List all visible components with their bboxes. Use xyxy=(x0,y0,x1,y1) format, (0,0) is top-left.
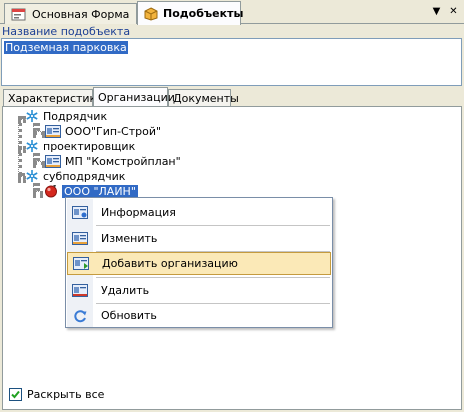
subobject-name-label: Название подобъекта xyxy=(2,25,131,38)
tab-organizations[interactable]: Организации xyxy=(93,87,175,106)
tab-documents[interactable]: Документы xyxy=(168,89,239,106)
menu-item-delete[interactable]: Удалить xyxy=(67,279,331,302)
box-icon xyxy=(144,6,158,21)
tree-line xyxy=(33,183,37,191)
menu-item-info[interactable]: Информация xyxy=(67,201,331,224)
red-ball-icon xyxy=(44,184,58,198)
tab-characteristics[interactable]: Характеристика xyxy=(3,89,103,106)
snowflake-icon xyxy=(25,169,39,183)
menu-item-label: Удалить xyxy=(101,284,150,297)
doc-tab-subobjects-label: Подобъекты xyxy=(163,7,244,20)
tree-item-label: МП "Комстройплан" xyxy=(65,154,181,168)
organization-card-icon xyxy=(45,154,61,168)
doc-tab-subobjects[interactable]: Подобъекты xyxy=(137,1,244,25)
tree-item-organization[interactable]: МП "Комстройплан" xyxy=(45,154,181,168)
snowflake-icon xyxy=(25,139,39,153)
tree-item-organization[interactable]: ООО"Гип-Строй" xyxy=(45,124,161,138)
expand-all-label: Раскрыть все xyxy=(27,388,105,401)
delete-card-icon xyxy=(67,279,93,302)
menu-item-edit[interactable]: Изменить xyxy=(67,227,331,250)
menu-separator xyxy=(96,225,330,226)
tree-group-designer[interactable]: проектировщик xyxy=(25,139,135,153)
subobject-name-value: Подземная парковка xyxy=(4,41,128,54)
subobject-name-field[interactable]: Подземная парковка xyxy=(1,38,462,86)
form-icon xyxy=(11,7,27,21)
context-menu: Информация Изменить Добавить организацию… xyxy=(65,197,333,328)
edit-card-icon xyxy=(67,227,93,250)
menu-separator xyxy=(96,277,330,278)
menu-item-label: Информация xyxy=(101,206,176,219)
doc-tab-main-form-label: Основная Форма xyxy=(32,7,130,21)
tab-list-dropdown-button[interactable]: ▼ xyxy=(430,5,443,18)
tree-line xyxy=(33,191,43,195)
tree-line xyxy=(33,161,45,165)
tree-group-label: субподрядчик xyxy=(43,169,126,183)
tree-group-subcontractor[interactable]: субподрядчик xyxy=(25,169,125,183)
organization-card-icon xyxy=(45,124,61,138)
tree-line xyxy=(33,153,37,161)
tree-item-organization-selected[interactable]: ООО "ЛАИН" xyxy=(44,184,138,198)
checkmark-icon xyxy=(11,390,20,399)
tab-documents-label: Документы xyxy=(173,91,239,105)
menu-item-label: Обновить xyxy=(101,309,157,322)
tab-characteristics-label: Характеристика xyxy=(8,91,103,105)
tree-line xyxy=(33,123,37,131)
close-button[interactable]: ✕ xyxy=(447,5,460,18)
snowflake-icon xyxy=(25,109,39,123)
tree-group-label: проектировщик xyxy=(43,139,136,153)
tab-organizations-label: Организации xyxy=(98,90,175,104)
tree-item-label: ООО"Гип-Строй" xyxy=(65,124,162,138)
tree-group-contractor[interactable]: Подрядчик xyxy=(25,109,107,123)
refresh-icon xyxy=(67,304,93,327)
document-tab-strip: Основная Форма Подобъекты ▼ ✕ xyxy=(0,0,464,25)
menu-item-label: Изменить xyxy=(101,232,158,245)
menu-item-label: Добавить организацию xyxy=(102,257,238,270)
tree-line xyxy=(33,131,45,135)
add-organization-icon xyxy=(68,252,94,275)
tree-item-label: ООО "ЛАИН" xyxy=(62,184,138,198)
chevron-down-icon: ▼ xyxy=(432,6,441,17)
menu-item-add-organization[interactable]: Добавить организацию xyxy=(67,252,331,275)
expand-all-checkbox[interactable] xyxy=(9,388,22,401)
doc-tab-main-form[interactable]: Основная Форма xyxy=(4,3,137,24)
tree-group-label: Подрядчик xyxy=(43,109,108,123)
menu-item-refresh[interactable]: Обновить xyxy=(67,304,331,327)
close-icon: ✕ xyxy=(449,6,458,17)
info-card-icon xyxy=(67,201,93,224)
